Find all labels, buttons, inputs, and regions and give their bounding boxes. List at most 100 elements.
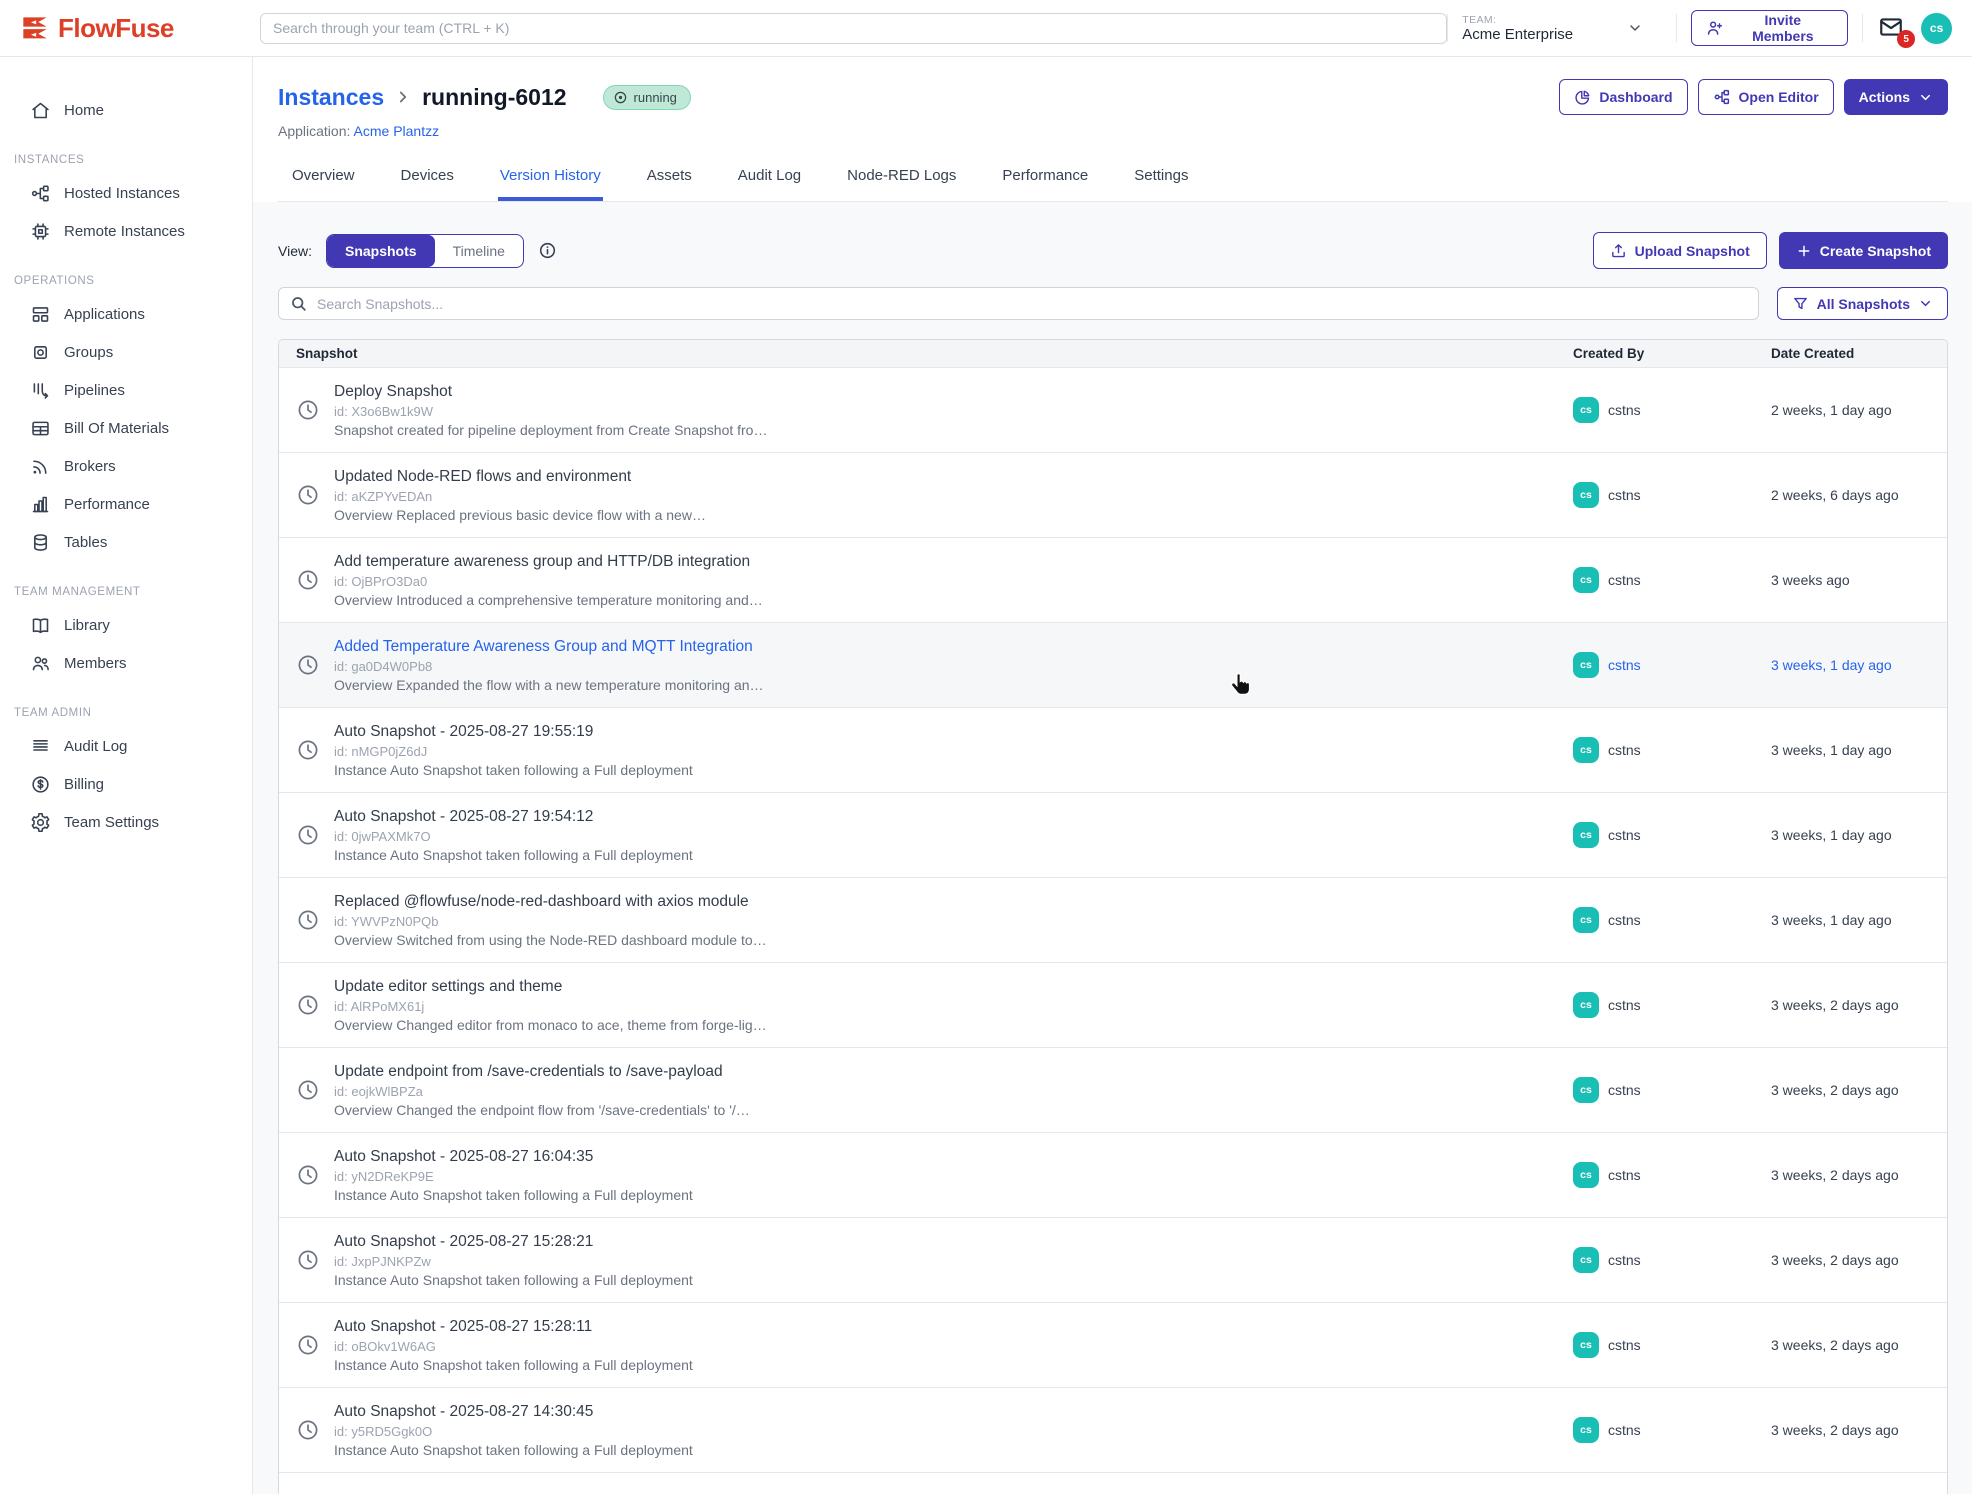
sidebar-item-remote-instances[interactable]: Remote Instances	[0, 212, 252, 250]
clock-icon	[296, 993, 320, 1017]
upload-icon	[1610, 242, 1627, 259]
snapshot-id: id: X3o6Bw1k9W	[334, 404, 767, 419]
snapshot-description: Overview Expanded the flow with a new te…	[334, 677, 764, 693]
sidebar-item-brokers[interactable]: Brokers	[0, 447, 252, 485]
clock-icon	[296, 483, 320, 507]
sidebar-item-performance[interactable]: Performance	[0, 485, 252, 523]
author-name: cstns	[1608, 1252, 1641, 1268]
snapshot-description: Overview Changed the endpoint flow from …	[334, 1102, 750, 1118]
sidebar-item-library[interactable]: Library	[0, 606, 252, 644]
team-search-input[interactable]	[260, 13, 1447, 44]
sidebar-item-label: Hosted Instances	[64, 185, 180, 202]
sidebar-item-team-settings[interactable]: Team Settings	[0, 803, 252, 841]
application-link[interactable]: Acme Plantzz	[354, 123, 440, 139]
snapshot-title[interactable]: Auto Snapshot - 2025-08-27 14:30:45	[334, 1403, 693, 1421]
sidebar-item-tables[interactable]: Tables	[0, 523, 252, 561]
open-editor-button[interactable]: Open Editor	[1698, 79, 1834, 115]
table-row[interactable]: Updated Node-RED flows and environmentid…	[279, 453, 1947, 538]
sidebar-section-instances: INSTANCES	[0, 154, 252, 166]
snapshot-title[interactable]: Auto Snapshot - 2025-08-27 15:28:11	[334, 1318, 693, 1336]
notifications-button[interactable]: 5	[1877, 14, 1907, 42]
tab-version-history[interactable]: Version History	[498, 161, 603, 201]
sidebar-item-applications[interactable]: Applications	[0, 295, 252, 333]
table-row[interactable]: Add HTTP endpoint for saving credentials…	[279, 1473, 1947, 1494]
tab-devices[interactable]: Devices	[399, 161, 456, 201]
snapshot-title[interactable]: Replaced @flowfuse/node-red-dashboard wi…	[334, 893, 767, 911]
sidebar-item-home[interactable]: Home	[0, 91, 252, 129]
created-by-cell: cscstns	[1573, 992, 1771, 1018]
members-icon	[30, 653, 51, 674]
table-row[interactable]: Auto Snapshot - 2025-08-27 15:28:11 id: o…	[279, 1303, 1947, 1388]
snapshot-filter-dropdown[interactable]: All Snapshots	[1777, 287, 1948, 320]
user-avatar[interactable]: cs	[1921, 13, 1952, 44]
table-row[interactable]: Replaced @flowfuse/node-red-dashboard wi…	[279, 878, 1947, 963]
snapshot-id: id: ga0D4W0Pb8	[334, 659, 764, 674]
dashboard-button[interactable]: Dashboard	[1559, 79, 1687, 115]
flowfuse-logo[interactable]: FlowFuse	[20, 13, 260, 44]
author-name: cstns	[1608, 402, 1641, 418]
upload-snapshot-button[interactable]: Upload Snapshot	[1593, 232, 1767, 269]
snapshot-title[interactable]: Deploy Snapshot	[334, 383, 767, 401]
snapshot-title[interactable]: Update endpoint from /save-credentials t…	[334, 1063, 750, 1081]
tab-node-red-logs[interactable]: Node-RED Logs	[845, 161, 958, 201]
sidebar-item-audit-log[interactable]: Audit Log	[0, 727, 252, 765]
tab-assets[interactable]: Assets	[645, 161, 694, 201]
created-by-cell: cscstns	[1573, 1162, 1771, 1188]
table-row[interactable]: Auto Snapshot - 2025-08-27 15:28:21id: J…	[279, 1218, 1947, 1303]
snapshot-title[interactable]: Add temperature awareness group and HTTP…	[334, 553, 763, 571]
sidebar-item-label: Brokers	[64, 458, 116, 475]
snapshot-title[interactable]: Update editor settings and theme	[334, 978, 767, 996]
sidebar-item-billing[interactable]: Billing	[0, 765, 252, 803]
table-row[interactable]: Auto Snapshot - 2025-08-27 19:55:19id: n…	[279, 708, 1947, 793]
tab-settings[interactable]: Settings	[1132, 161, 1190, 201]
author-name: cstns	[1608, 742, 1641, 758]
clock-icon	[296, 823, 320, 847]
snapshot-title[interactable]: Added Temperature Awareness Group and MQ…	[334, 638, 764, 656]
sidebar-item-pipelines[interactable]: Pipelines	[0, 371, 252, 409]
sidebar-item-hosted-instances[interactable]: Hosted Instances	[0, 174, 252, 212]
tab-performance[interactable]: Performance	[1000, 161, 1090, 201]
snapshot-title[interactable]: Updated Node-RED flows and environment	[334, 468, 706, 486]
info-icon[interactable]	[538, 241, 557, 260]
version-history-content: View: SnapshotsTimeline Upload Snapshot	[253, 202, 1972, 1494]
table-row[interactable]: Update editor settings and themeid: AlRP…	[279, 963, 1947, 1048]
snapshot-title[interactable]: Auto Snapshot - 2025-08-27 19:55:19	[334, 723, 693, 741]
brokers-icon	[30, 456, 51, 477]
table-row[interactable]: Added Temperature Awareness Group and MQ…	[279, 623, 1947, 708]
invite-members-button[interactable]: Invite Members	[1691, 10, 1848, 46]
sidebar-item-groups[interactable]: Groups	[0, 333, 252, 371]
view-toggle-snapshots[interactable]: Snapshots	[327, 235, 435, 267]
table-row[interactable]: Deploy Snapshotid: X3o6Bw1k9WSnapshot cr…	[279, 368, 1947, 453]
snapshot-search-input[interactable]	[278, 287, 1759, 320]
actions-button[interactable]: Actions	[1844, 79, 1948, 115]
sidebar-item-members[interactable]: Members	[0, 644, 252, 682]
created-by-cell: cscstns	[1573, 482, 1771, 508]
breadcrumb-instances-link[interactable]: Instances	[278, 84, 384, 111]
tab-audit-log[interactable]: Audit Log	[736, 161, 803, 201]
author-avatar: cs	[1573, 992, 1599, 1018]
upload-snapshot-label: Upload Snapshot	[1635, 243, 1750, 259]
table-row[interactable]: Auto Snapshot - 2025-08-27 16:04:35id: y…	[279, 1133, 1947, 1218]
snapshot-title[interactable]: Auto Snapshot - 2025-08-27 16:04:35	[334, 1148, 693, 1166]
table-row[interactable]: Auto Snapshot - 2025-08-27 14:30:45id: y…	[279, 1388, 1947, 1473]
table-row[interactable]: Auto Snapshot - 2025-08-27 19:54:12id: 0…	[279, 793, 1947, 878]
sidebar-item-label: Remote Instances	[64, 223, 185, 240]
snapshot-title[interactable]: Auto Snapshot - 2025-08-27 15:28:21	[334, 1233, 693, 1251]
table-row[interactable]: Add temperature awareness group and HTTP…	[279, 538, 1947, 623]
snapshot-title[interactable]: Auto Snapshot - 2025-08-27 19:54:12	[334, 808, 693, 826]
view-toggle-timeline[interactable]: Timeline	[435, 235, 523, 267]
team-selector[interactable]: TEAM: Acme Enterprise	[1462, 14, 1662, 43]
snapshot-id: id: oBOkv1W6AG	[334, 1339, 693, 1354]
create-snapshot-button[interactable]: Create Snapshot	[1779, 232, 1948, 269]
groups-icon	[30, 342, 51, 363]
sidebar-item-bill-of-materials[interactable]: Bill Of Materials	[0, 409, 252, 447]
snapshot-description: Instance Auto Snapshot taken following a…	[334, 847, 693, 863]
table-row[interactable]: Update endpoint from /save-credentials t…	[279, 1048, 1947, 1133]
topbar: FlowFuse TEAM: Acme Enterprise Invite Me…	[0, 0, 1972, 57]
snapshot-filter-label: All Snapshots	[1817, 296, 1910, 312]
snapshot-description: Overview Switched from using the Node-RE…	[334, 932, 767, 948]
author-name: cstns	[1608, 912, 1641, 928]
divider	[1862, 14, 1863, 42]
tab-overview[interactable]: Overview	[290, 161, 357, 201]
pie-chart-icon	[1574, 89, 1591, 106]
